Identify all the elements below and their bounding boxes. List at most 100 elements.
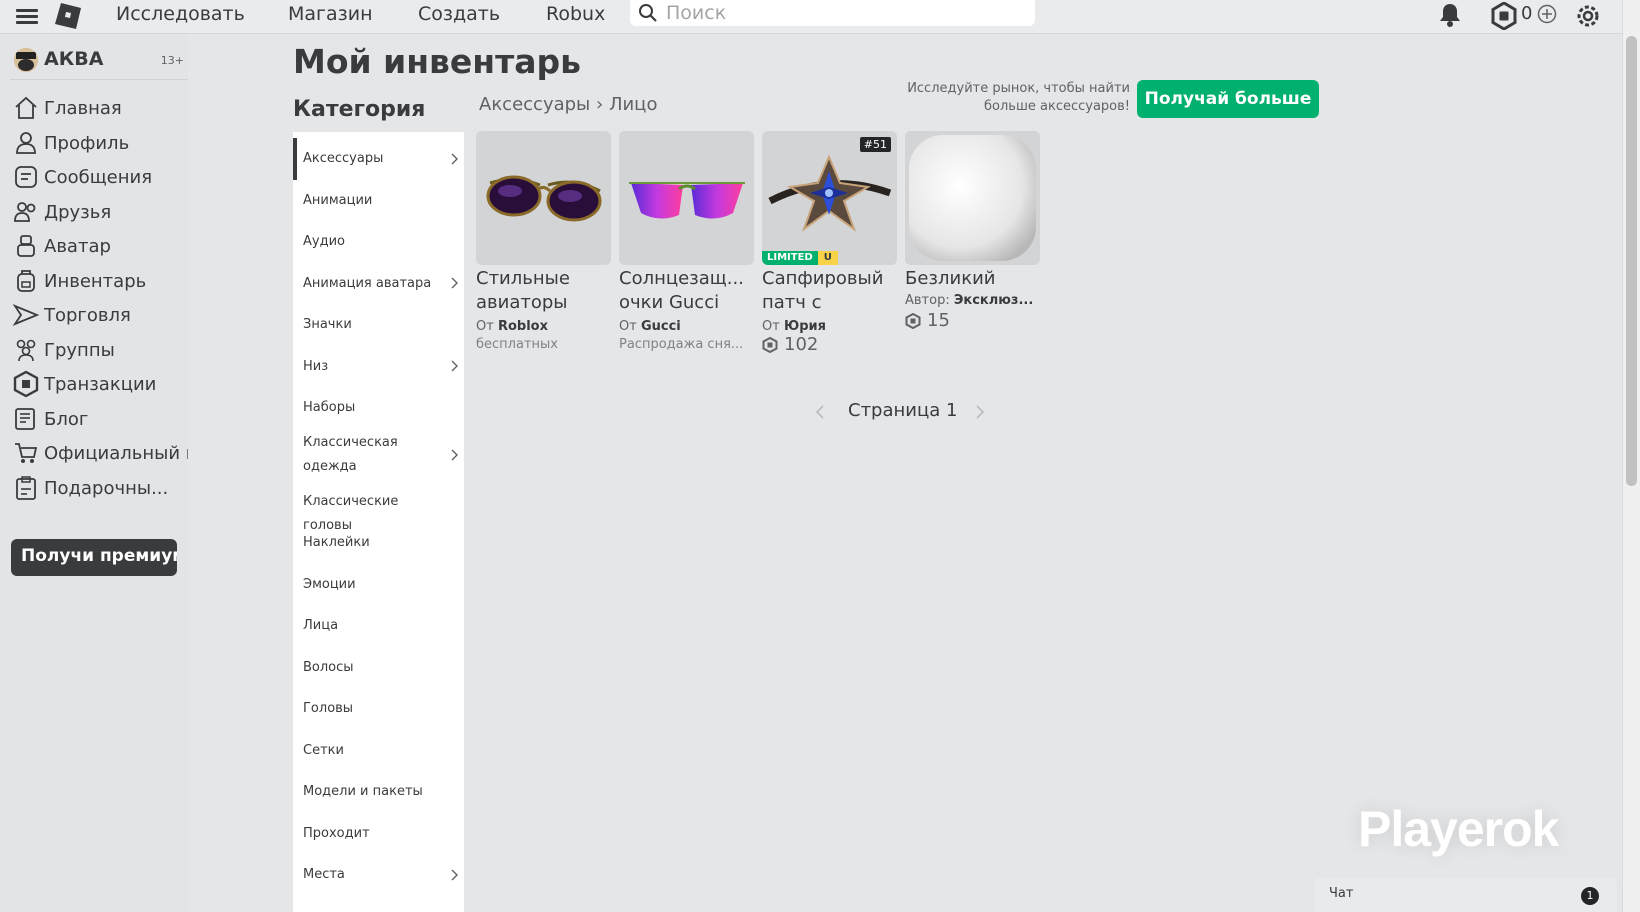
item-name[interactable]: Безликий bbox=[905, 267, 1040, 291]
item-card[interactable]: Безликий Автор: Эксклюз... 15 bbox=[905, 131, 1040, 331]
breadcrumb-current: Лицо bbox=[608, 94, 658, 115]
item-thumbnail[interactable] bbox=[619, 131, 754, 265]
creator-link[interactable]: Юрия bbox=[784, 319, 826, 334]
sidebar-item-label: Аватар bbox=[44, 235, 111, 257]
item-name[interactable]: Стильные bbox=[476, 267, 611, 291]
item-card[interactable]: #51 LIMITED U Сапфировый патч с От Юрия … bbox=[762, 131, 897, 355]
category-item[interactable]: Сетки bbox=[293, 730, 464, 772]
creator-link[interactable]: Эксклюз... bbox=[954, 293, 1033, 308]
nav-explore[interactable]: Исследовать bbox=[116, 2, 245, 26]
category-item[interactable]: Наклейки bbox=[293, 522, 464, 564]
user-profile-link[interactable]: АКВА 13+ bbox=[10, 44, 188, 80]
sidebar-item-groups[interactable]: Группы bbox=[10, 334, 188, 366]
chevron-right-icon bbox=[451, 360, 458, 372]
category-item[interactable]: Анимация аватара bbox=[293, 263, 464, 305]
sidebar-item-avatar[interactable]: Аватар bbox=[10, 230, 188, 262]
notifications-bell-icon[interactable] bbox=[1438, 2, 1462, 28]
category-item[interactable]: Классическая одежда bbox=[293, 429, 464, 481]
sidebar-item-label: Транзакции bbox=[44, 373, 157, 395]
unique-label: U bbox=[817, 251, 838, 265]
sidebar-item-inventory[interactable]: Инвентарь bbox=[10, 265, 188, 297]
sidebar-item-label: Профиль bbox=[44, 132, 130, 154]
nav-marketplace[interactable]: Магазин bbox=[288, 2, 373, 26]
sidebar-item-blog[interactable]: Блог bbox=[10, 403, 188, 435]
item-card[interactable]: Стильные авиаторы От Roblox бесплатных bbox=[476, 131, 611, 352]
category-item[interactable]: Эмоции bbox=[293, 564, 464, 606]
creator-prefix: От bbox=[762, 319, 780, 334]
category-item[interactable]: Аксессуары bbox=[293, 138, 464, 180]
sidebar-item-profile[interactable]: Профиль bbox=[10, 127, 188, 159]
category-item[interactable]: Классические головы bbox=[293, 481, 464, 533]
category-label: Наборы bbox=[303, 400, 356, 415]
roblox-logo-icon[interactable] bbox=[54, 2, 82, 30]
category-item[interactable]: Низ bbox=[293, 346, 464, 388]
sidebar-item-label: Главная bbox=[44, 97, 122, 119]
sidebar-item-label: Друзья bbox=[44, 201, 112, 223]
page-scrollbar[interactable] bbox=[1622, 0, 1640, 912]
nav-robux[interactable]: Robux bbox=[546, 2, 605, 26]
item-thumbnail[interactable] bbox=[905, 131, 1040, 265]
get-more-button[interactable]: Получай больше bbox=[1137, 80, 1319, 118]
category-item[interactable]: Проходит bbox=[293, 813, 464, 855]
inventory-icon bbox=[17, 270, 35, 292]
chat-bar[interactable]: Чат 1 bbox=[1315, 878, 1617, 912]
age-badge: 13+ bbox=[160, 54, 184, 67]
item-name-line2[interactable]: авиаторы bbox=[476, 291, 611, 315]
sidebar-item-messages[interactable]: Сообщения bbox=[10, 161, 188, 193]
sidebar-item-trade[interactable]: Торговля bbox=[10, 299, 188, 331]
category-item[interactable]: Лица bbox=[293, 605, 464, 647]
category-label: Классическая одежда bbox=[303, 434, 398, 474]
item-thumbnail[interactable]: #51 LIMITED U bbox=[762, 131, 897, 265]
robux-icon bbox=[762, 336, 778, 353]
sidebar-item-friends[interactable]: Друзья bbox=[10, 196, 188, 228]
category-item[interactable]: Модели и пакеты bbox=[293, 771, 464, 813]
category-item[interactable]: Анимации bbox=[293, 180, 464, 222]
robux-icon[interactable] bbox=[1490, 2, 1518, 30]
category-item[interactable]: Волосы bbox=[293, 647, 464, 689]
settings-gear-icon[interactable] bbox=[1574, 2, 1602, 30]
item-card[interactable]: Солнцезащ... очки Gucci От Gucci Распрод… bbox=[619, 131, 754, 352]
next-page-chevron-icon[interactable] bbox=[974, 404, 986, 420]
scrollbar-thumb[interactable] bbox=[1626, 36, 1637, 486]
top-bar: Исследовать Магазин Создать Robux 0 bbox=[0, 0, 1622, 34]
sidebar-item-label: Группы bbox=[44, 339, 115, 361]
category-item[interactable]: Места bbox=[293, 854, 464, 896]
gift-card-icon bbox=[16, 476, 36, 500]
category-item[interactable]: Головы bbox=[293, 688, 464, 730]
pagination: Страница 1 bbox=[810, 400, 995, 424]
avatar bbox=[14, 48, 38, 72]
store-icon bbox=[15, 443, 38, 463]
chat-unread-badge: 1 bbox=[1581, 887, 1599, 905]
sidebar-item-label: Блог bbox=[44, 408, 89, 430]
item-name-line2[interactable]: очки Gucci bbox=[619, 291, 754, 315]
category-label: Значки bbox=[303, 317, 352, 332]
creator-prefix: От bbox=[476, 319, 494, 334]
sidebar-item-gift-card[interactable]: Подарочны... bbox=[10, 472, 188, 504]
get-premium-button[interactable]: Получи премиум bbox=[11, 539, 177, 576]
creator-link[interactable]: Roblox bbox=[498, 319, 548, 334]
trade-icon bbox=[12, 304, 40, 326]
category-item[interactable]: Наборы bbox=[293, 387, 464, 429]
breadcrumb-parent[interactable]: Аксессуары bbox=[479, 94, 590, 115]
sidebar-item-store[interactable]: Официальный м bbox=[10, 437, 188, 469]
item-price: 15 bbox=[905, 310, 1040, 331]
robux-icon bbox=[905, 312, 921, 329]
creator-link[interactable]: Gucci bbox=[641, 319, 681, 334]
search-input[interactable] bbox=[666, 0, 1026, 26]
category-label: Головы bbox=[303, 701, 354, 716]
creator-prefix: Автор: bbox=[905, 293, 950, 308]
category-item[interactable]: Аудио bbox=[293, 221, 464, 263]
nav-create[interactable]: Создать bbox=[418, 2, 500, 26]
item-name[interactable]: Сапфировый bbox=[762, 267, 897, 291]
category-item[interactable]: Значки bbox=[293, 304, 464, 346]
item-name[interactable]: Солнцезащ... bbox=[619, 267, 754, 291]
previous-page-chevron-icon[interactable] bbox=[814, 404, 826, 420]
sidebar-item-transactions[interactable]: Транзакции bbox=[10, 368, 188, 400]
item-name-line2[interactable]: патч с bbox=[762, 291, 897, 315]
category-label: Анимация аватара bbox=[303, 275, 432, 291]
left-navigation: АКВА 13+ Главная Профиль Сообщения Друзья Ав… bbox=[0, 34, 188, 912]
item-thumbnail[interactable] bbox=[476, 131, 611, 265]
buy-robux-plus-icon[interactable] bbox=[1537, 4, 1557, 24]
hamburger-menu-icon[interactable] bbox=[16, 6, 38, 26]
sidebar-item-home[interactable]: Главная bbox=[10, 92, 188, 124]
